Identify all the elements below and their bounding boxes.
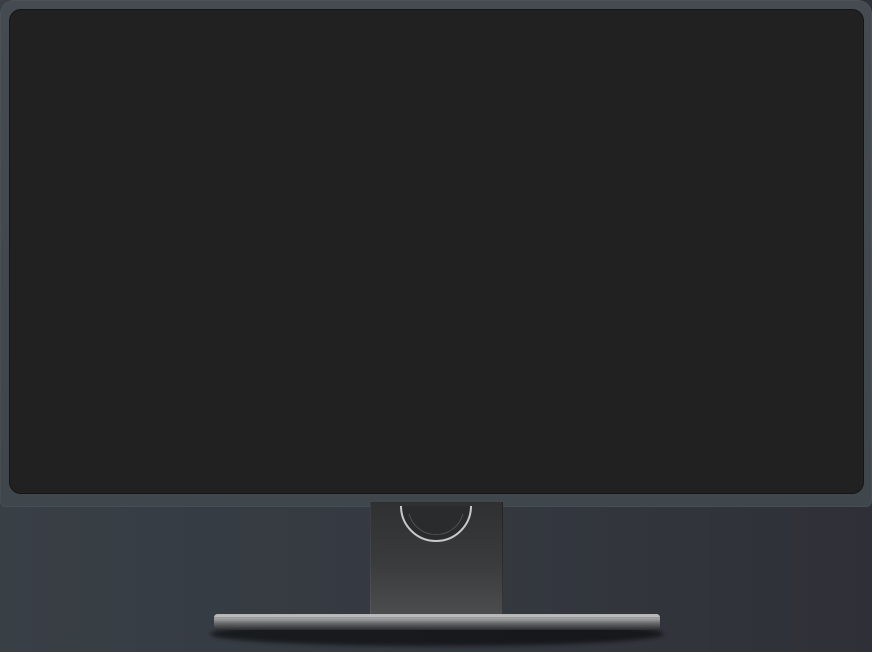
monitor-scene [0,0,872,652]
monitor-bezel [0,0,872,507]
base-highlight [214,614,660,617]
monitor-stand-neck [370,502,503,615]
monitor-screen [9,9,864,494]
cable-management-hole [400,506,472,542]
monitor-stand-base [210,612,664,646]
